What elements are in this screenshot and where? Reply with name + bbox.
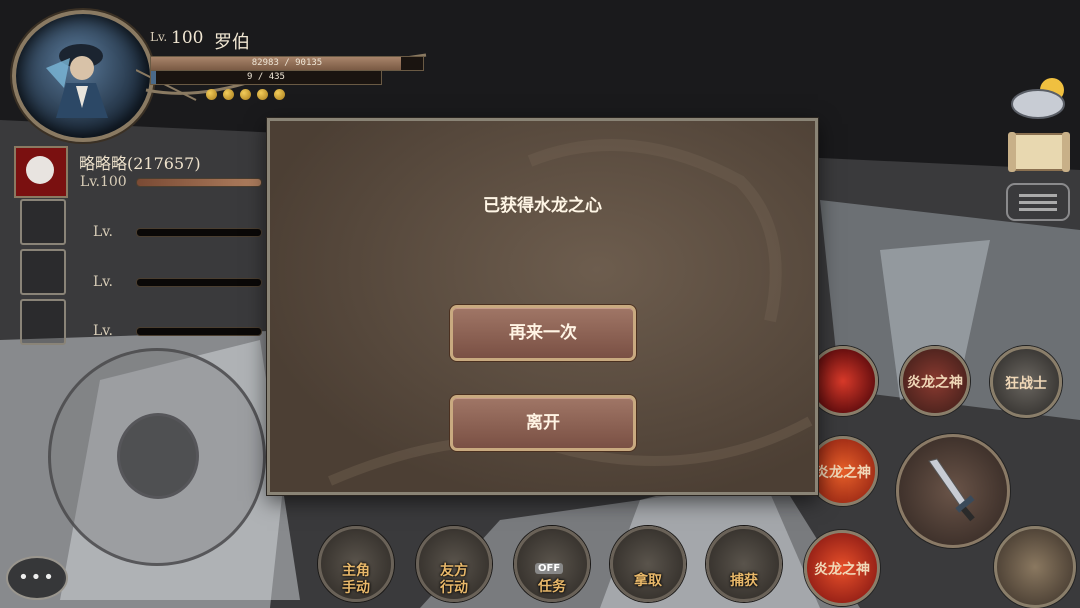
player-name: 罗伯 xyxy=(214,32,250,53)
ally-action-label: 友方 行动 xyxy=(440,563,468,596)
ally-action-button[interactable]: 友方 行动 xyxy=(416,526,492,602)
scroll-map-icon[interactable] xyxy=(1006,128,1072,176)
skill-wind-slash[interactable] xyxy=(994,526,1076,608)
star-dot xyxy=(206,89,217,100)
virtual-joystick[interactable] xyxy=(48,348,266,566)
player-level: 100 xyxy=(171,28,204,48)
grab-button[interactable]: 拿取 xyxy=(610,526,686,602)
party-leader-name: 略略略(217657) xyxy=(79,154,201,173)
hp-bar: 82983 / 90135 xyxy=(150,56,424,71)
dialog-title: 已获得水龙之心 xyxy=(483,196,602,216)
sword-icon xyxy=(928,458,975,522)
ellipsis-icon: ••• xyxy=(18,567,56,588)
star-dot xyxy=(257,89,268,100)
party-slot-2[interactable] xyxy=(20,199,66,245)
chat-bubble-button[interactable]: ••• xyxy=(6,556,68,600)
star-rating xyxy=(206,89,285,100)
party-leader-level: Lv.100 xyxy=(80,174,127,190)
star-dot xyxy=(274,89,285,100)
skill-berserker-label: 狂战士 xyxy=(1005,376,1047,392)
skill-berserker[interactable]: 狂战士 xyxy=(990,346,1062,418)
quest-button[interactable]: OFF 任务 xyxy=(514,526,590,602)
chat-log-icon[interactable] xyxy=(1005,182,1071,226)
lead-manual-button[interactable]: 主角 手动 xyxy=(318,526,394,602)
party-slot-2-level: Lv. xyxy=(93,224,113,240)
star-dot xyxy=(240,89,251,100)
hp-text: 82983 / 90135 xyxy=(251,58,323,68)
hero-avatar-icon xyxy=(46,44,108,118)
lead-manual-label: 主角 手动 xyxy=(342,563,370,596)
party-leader-hp-bar xyxy=(136,178,262,187)
player-level-prefix: Lv. xyxy=(150,30,168,44)
party-slot-3-level: Lv. xyxy=(93,274,113,290)
skill-fire-dragon-1-label: 炎龙之神 xyxy=(907,375,963,391)
quest-toggle-badge: OFF xyxy=(535,563,564,574)
skill-fire-orb[interactable] xyxy=(808,346,878,416)
skill-fire-dragon-2[interactable]: 炎龙之神 xyxy=(808,436,878,506)
cloudy-sun-icon[interactable] xyxy=(1006,70,1074,122)
party-slot-4-level: Lv. xyxy=(93,323,113,339)
mp-bar: 9 / 435 xyxy=(150,70,382,85)
leave-button[interactable]: 离开 xyxy=(450,395,636,451)
party-slot-2-bar xyxy=(136,228,262,237)
attack-button[interactable] xyxy=(896,434,1010,548)
party-slot-3[interactable] xyxy=(20,249,66,295)
party-slot-3-bar xyxy=(136,278,262,287)
joystick-knob[interactable] xyxy=(117,413,199,499)
mp-text: 9 / 435 xyxy=(247,72,285,82)
capture-button[interactable]: 捕获 xyxy=(706,526,782,602)
star-dot xyxy=(223,89,234,100)
reward-dialog: 已获得水龙之心 再来一次 离开 xyxy=(267,118,818,495)
game-scene: ••• Lv. 100 罗伯 82983 / 90135 9 / 435 略略略… xyxy=(0,0,1080,608)
wolf-emblem-icon xyxy=(26,156,54,184)
retry-button[interactable]: 再来一次 xyxy=(450,305,636,361)
party-leader-avatar[interactable] xyxy=(14,146,68,198)
capture-label: 捕获 xyxy=(730,573,758,589)
skill-fire-dragon-3[interactable]: 炎龙之神 xyxy=(804,530,880,606)
party-slot-4-bar xyxy=(136,327,262,336)
skill-fire-dragon-3-label: 炎龙之神 xyxy=(814,562,870,578)
party-slot-4[interactable] xyxy=(20,299,66,345)
player-portrait[interactable] xyxy=(12,10,154,142)
skill-fire-dragon-1[interactable]: 炎龙之神 xyxy=(900,346,970,416)
quest-label: 任务 xyxy=(538,579,566,595)
grab-label: 拿取 xyxy=(634,573,662,589)
